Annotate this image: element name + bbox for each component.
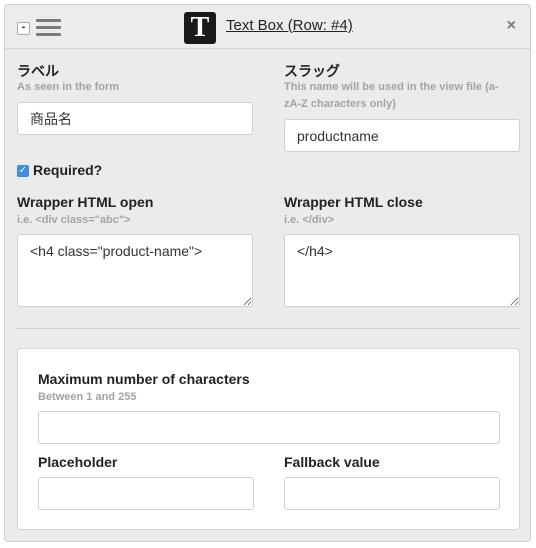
text-type-icon: T bbox=[184, 12, 216, 44]
slug-field-help-line2: zA-Z characters only) bbox=[284, 98, 396, 110]
options-subpanel: Maximum number of characters Between 1 a… bbox=[17, 348, 520, 530]
fallback-title: Fallback value bbox=[284, 454, 380, 470]
label-field-title: ラベル bbox=[17, 63, 59, 79]
panel-title[interactable]: Text Box (Row: #4) bbox=[226, 17, 353, 34]
field-editor-panel: - T Text Box (Row: #4) × ラベル As seen in … bbox=[4, 4, 531, 542]
drag-handle-icon[interactable] bbox=[36, 19, 61, 37]
slug-input[interactable] bbox=[284, 119, 520, 152]
required-label[interactable]: Required? bbox=[33, 162, 102, 178]
collapse-button[interactable]: - bbox=[17, 22, 30, 35]
wrapper-close-title: Wrapper HTML close bbox=[284, 194, 423, 210]
label-field-help: As seen in the form bbox=[17, 81, 120, 93]
required-checkbox[interactable]: ✓ bbox=[17, 165, 29, 177]
wrapper-open-title: Wrapper HTML open bbox=[17, 194, 154, 210]
wrapper-open-help: i.e. <div class="abc"> bbox=[17, 214, 131, 226]
wrapper-open-textarea[interactable]: <h4 class="product-name"> bbox=[17, 234, 253, 307]
max-chars-title: Maximum number of characters bbox=[38, 371, 250, 387]
slug-field-title: スラッグ bbox=[284, 63, 340, 79]
label-input[interactable] bbox=[17, 102, 253, 135]
max-chars-input[interactable] bbox=[38, 411, 500, 444]
placeholder-title: Placeholder bbox=[38, 454, 118, 470]
placeholder-input[interactable] bbox=[38, 477, 254, 510]
section-divider bbox=[17, 328, 520, 329]
close-icon[interactable]: × bbox=[507, 17, 516, 35]
max-chars-help: Between 1 and 255 bbox=[38, 391, 137, 403]
fallback-input[interactable] bbox=[284, 477, 500, 510]
slug-field-help-line1: This name will be used in the view file … bbox=[284, 81, 499, 93]
wrapper-close-help: i.e. </div> bbox=[284, 214, 335, 226]
wrapper-close-textarea[interactable]: </h4> bbox=[284, 234, 520, 307]
panel-header: - T Text Box (Row: #4) × bbox=[5, 5, 530, 49]
